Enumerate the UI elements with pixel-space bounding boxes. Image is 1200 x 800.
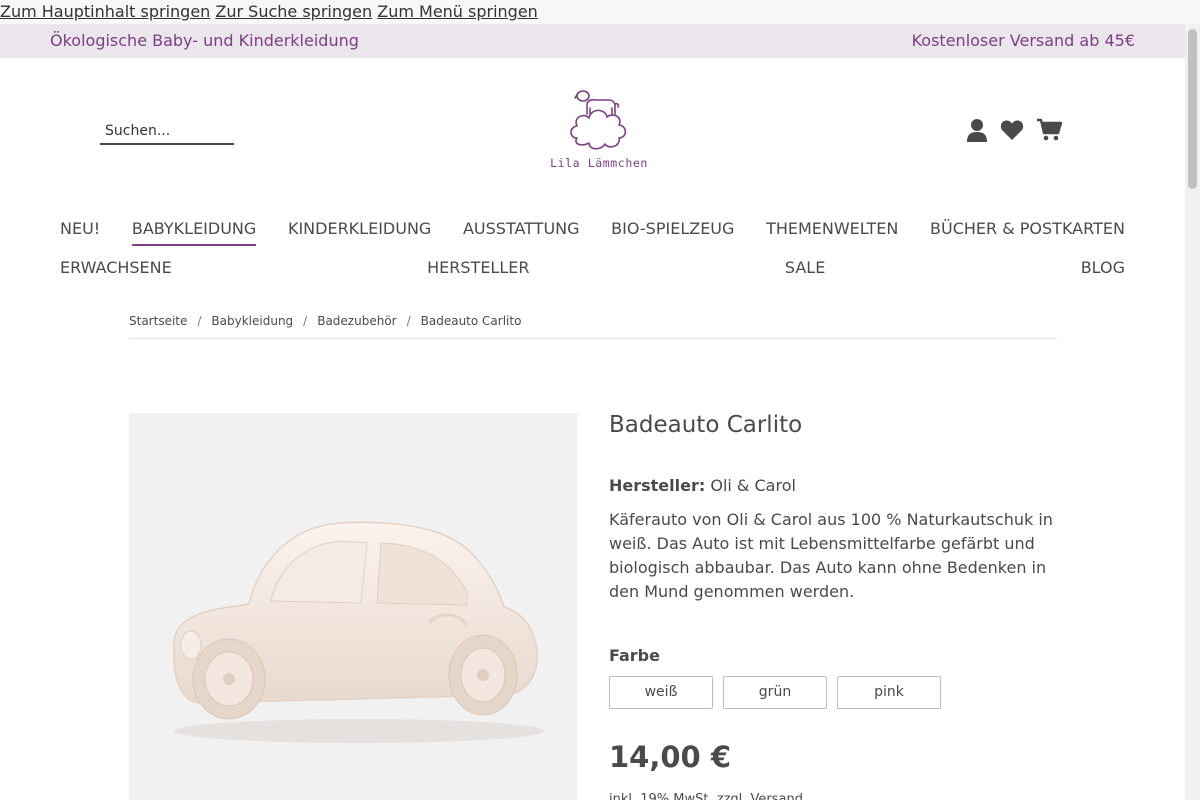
cart-icon[interactable] xyxy=(1036,118,1063,146)
breadcrumb-separator: / xyxy=(406,314,411,328)
nav-item-neu[interactable]: NEU! xyxy=(60,218,100,246)
nav-item-kinderkleidung[interactable]: KINDERKLEIDUNG xyxy=(288,218,431,246)
top-info-bar: Ökologische Baby- und Kinderkleidung Kos… xyxy=(0,24,1185,58)
lamb-cloud-logo-icon xyxy=(570,90,627,150)
nav-item-hersteller[interactable]: HERSTELLER xyxy=(427,257,529,283)
toy-car-image xyxy=(172,521,544,743)
manufacturer-label: Hersteller: xyxy=(609,476,706,495)
breadcrumb: Startseite / Babykleidung / Badezubehör … xyxy=(129,314,1057,339)
nav-item-sale[interactable]: SALE xyxy=(785,257,825,283)
breadcrumb-separator: / xyxy=(197,314,202,328)
tax-note: inkl. 19% MwSt. zzgl. Versand xyxy=(609,792,803,800)
topbar-shipping-note: Kostenloser Versand ab 45€ xyxy=(911,31,1135,50)
product-title: Badeauto Carlito xyxy=(609,412,803,438)
main-nav-row-1: NEU! BABYKLEIDUNG KINDERKLEIDUNG AUSSTAT… xyxy=(60,218,1125,246)
nav-item-babykleidung[interactable]: BABYKLEIDUNG xyxy=(131,218,257,246)
page-scrollbar[interactable] xyxy=(1185,24,1200,800)
product-description: Käferauto von Oli & Carol aus 100 % Natu… xyxy=(609,510,1053,601)
color-label: Farbe xyxy=(609,646,660,665)
logo-text: Lila Lämmchen xyxy=(550,156,648,170)
scrollbar-thumb[interactable] xyxy=(1188,29,1197,189)
search-input[interactable] xyxy=(100,121,234,141)
main-nav-row-2: ERWACHSENE HERSTELLER SALE BLOG xyxy=(60,257,1125,283)
heart-icon[interactable] xyxy=(1000,119,1024,145)
breadcrumb-current: Badeauto Carlito xyxy=(420,314,522,328)
skip-to-menu-link[interactable]: Zum Menü springen xyxy=(377,2,538,21)
nav-item-bio-spielzeug[interactable]: BIO-SPIELZEUG xyxy=(611,218,734,246)
color-option-gruen[interactable]: grün xyxy=(723,676,827,709)
skip-to-main-link[interactable]: Zum Hauptinhalt springen xyxy=(0,2,210,21)
nav-item-erwachsene[interactable]: ERWACHSENE xyxy=(60,257,172,283)
nav-item-ausstattung[interactable]: AUSSTATTUNG xyxy=(463,218,580,246)
color-option-pink[interactable]: pink xyxy=(837,676,941,709)
skip-links: Zum Hauptinhalt springen Zur Suche sprin… xyxy=(0,0,1200,24)
manufacturer-link[interactable]: Oli & Carol xyxy=(710,476,796,495)
breadcrumb-startseite[interactable]: Startseite xyxy=(129,314,187,328)
search-box xyxy=(100,120,234,145)
breadcrumb-separator: / xyxy=(303,314,308,328)
nav-item-blog[interactable]: BLOG xyxy=(1081,257,1125,283)
nav-item-themenwelten[interactable]: THEMENWELTEN xyxy=(766,218,898,246)
product-image[interactable] xyxy=(129,413,577,800)
topbar-tagline: Ökologische Baby- und Kinderkleidung xyxy=(50,31,359,50)
color-option-weiss[interactable]: weiß xyxy=(609,676,713,709)
color-options: weiß grün pink xyxy=(609,676,941,709)
header-actions xyxy=(966,118,1063,146)
breadcrumb-badezubehoer[interactable]: Badezubehör xyxy=(317,314,396,328)
nav-item-buecher-postkarten[interactable]: BÜCHER & POSTKARTEN xyxy=(930,218,1125,246)
breadcrumb-babykleidung[interactable]: Babykleidung xyxy=(211,314,293,328)
skip-to-search-link[interactable]: Zur Suche springen xyxy=(215,2,372,21)
product-price: 14,00 € xyxy=(609,740,732,774)
manufacturer-line: Hersteller: Oli & Carol xyxy=(609,476,796,495)
user-icon[interactable] xyxy=(966,118,988,146)
site-logo[interactable]: Lila Lämmchen xyxy=(540,84,658,184)
